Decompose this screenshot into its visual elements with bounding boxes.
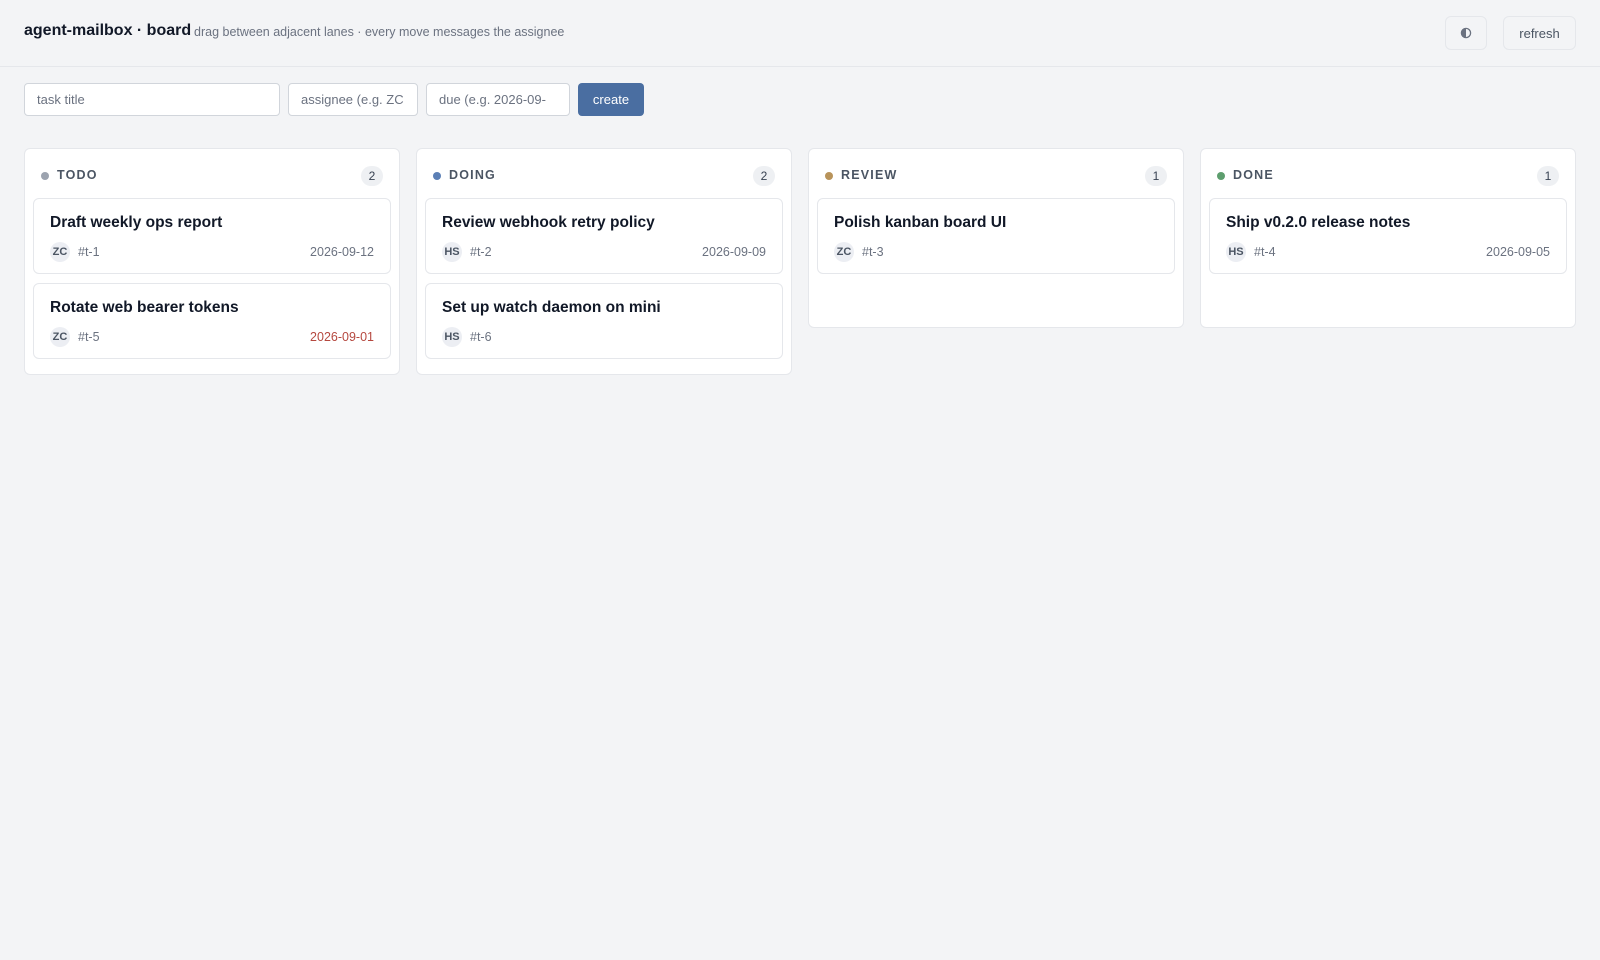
create-button[interactable]: create bbox=[578, 83, 644, 116]
avatar: ZC bbox=[50, 242, 70, 262]
card-title: Review webhook retry policy bbox=[442, 214, 655, 231]
lane-header: DONE 1 bbox=[1201, 149, 1575, 199]
avatar: ZC bbox=[834, 242, 854, 262]
lane-title: DONE bbox=[1233, 168, 1274, 182]
refresh-button[interactable]: refresh bbox=[1503, 16, 1576, 50]
lane-count-badge: 2 bbox=[361, 166, 383, 186]
lane-review[interactable]: REVIEW 1 Polish kanban board UI ZC #t-3 bbox=[808, 148, 1184, 328]
card-id: #t-4 bbox=[1254, 245, 1276, 259]
card-id: #t-5 bbox=[78, 330, 100, 344]
avatar: HS bbox=[442, 242, 462, 262]
status-dot-icon bbox=[41, 172, 49, 180]
card-title: Set up watch daemon on mini bbox=[442, 299, 661, 316]
avatar: HS bbox=[442, 327, 462, 347]
task-card[interactable]: Ship v0.2.0 release notes HS #t-4 2026-0… bbox=[1209, 198, 1567, 274]
theme-toggle-button[interactable] bbox=[1445, 16, 1487, 50]
status-dot-icon bbox=[433, 172, 441, 180]
task-card[interactable]: Set up watch daemon on mini HS #t-6 bbox=[425, 283, 783, 359]
avatar: HS bbox=[1226, 242, 1246, 262]
lane-doing[interactable]: DOING 2 Review webhook retry policy HS #… bbox=[416, 148, 792, 375]
lane-count-badge: 1 bbox=[1537, 166, 1559, 186]
due-date-input[interactable] bbox=[426, 83, 570, 116]
task-card[interactable]: Draft weekly ops report ZC #t-1 2026-09-… bbox=[33, 198, 391, 274]
assignee-input[interactable] bbox=[288, 83, 418, 116]
card-id: #t-6 bbox=[470, 330, 492, 344]
task-title-input[interactable] bbox=[24, 83, 280, 116]
page-subtitle: drag between adjacent lanes · every move… bbox=[194, 25, 565, 39]
status-dot-icon bbox=[1217, 172, 1225, 180]
status-dot-icon bbox=[825, 172, 833, 180]
half-circle-contrast-icon bbox=[1460, 27, 1472, 39]
avatar: ZC bbox=[50, 327, 70, 347]
card-id: #t-1 bbox=[78, 245, 100, 259]
lane-title: DOING bbox=[449, 168, 496, 182]
lane-title: REVIEW bbox=[841, 168, 898, 182]
lane-count-badge: 2 bbox=[753, 166, 775, 186]
lane-title: TODO bbox=[57, 168, 98, 182]
lane-header: DOING 2 bbox=[417, 149, 791, 199]
card-id: #t-3 bbox=[862, 245, 884, 259]
task-card[interactable]: Rotate web bearer tokens ZC #t-5 2026-09… bbox=[33, 283, 391, 359]
lane-header: REVIEW 1 bbox=[809, 149, 1183, 199]
card-title: Draft weekly ops report bbox=[50, 214, 223, 231]
top-bar: agent-mailbox · board drag between adjac… bbox=[0, 0, 1600, 67]
page-title: agent-mailbox · board bbox=[24, 22, 192, 39]
card-due-date: 2026-09-09 bbox=[702, 245, 766, 259]
card-title: Rotate web bearer tokens bbox=[50, 299, 239, 316]
card-due-date: 2026-09-05 bbox=[1486, 245, 1550, 259]
card-due-date: 2026-09-12 bbox=[310, 245, 374, 259]
card-title: Ship v0.2.0 release notes bbox=[1226, 214, 1411, 231]
lane-done[interactable]: DONE 1 Ship v0.2.0 release notes HS #t-4… bbox=[1200, 148, 1576, 328]
task-card[interactable]: Polish kanban board UI ZC #t-3 bbox=[817, 198, 1175, 274]
card-due-date-overdue: 2026-09-01 bbox=[310, 330, 374, 344]
lane-count-badge: 1 bbox=[1145, 166, 1167, 186]
lane-header: TODO 2 bbox=[25, 149, 399, 199]
lane-todo[interactable]: TODO 2 Draft weekly ops report ZC #t-1 2… bbox=[24, 148, 400, 375]
task-card[interactable]: Review webhook retry policy HS #t-2 2026… bbox=[425, 198, 783, 274]
card-id: #t-2 bbox=[470, 245, 492, 259]
card-title: Polish kanban board UI bbox=[834, 214, 1007, 231]
